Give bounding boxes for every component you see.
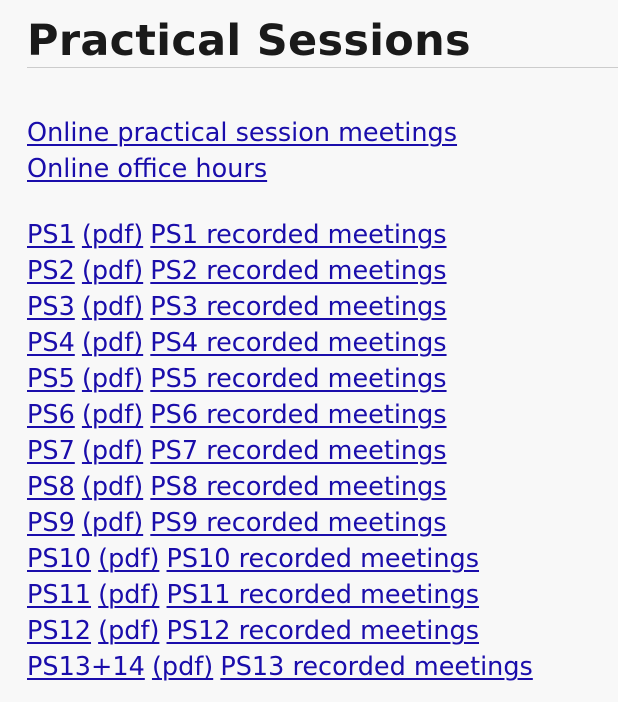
session-recorded-meetings-link[interactable]: PS10 recorded meetings bbox=[167, 544, 480, 574]
session-link[interactable]: PS2 bbox=[27, 256, 75, 286]
session-link[interactable]: PS11 bbox=[27, 580, 91, 610]
top-link-row: Online office hours bbox=[27, 151, 618, 187]
session-pdf-link[interactable]: (pdf) bbox=[82, 364, 143, 394]
session-pdf-link[interactable]: (pdf) bbox=[82, 220, 143, 250]
session-pdf-link[interactable]: (pdf) bbox=[82, 292, 143, 322]
session-pdf-link[interactable]: (pdf) bbox=[152, 652, 213, 682]
session-recorded-meetings-link[interactable]: PS6 recorded meetings bbox=[150, 400, 446, 430]
session-link[interactable]: PS5 bbox=[27, 364, 75, 394]
session-pdf-link[interactable]: (pdf) bbox=[98, 616, 159, 646]
page: Practical Sessions Online practical sess… bbox=[0, 0, 618, 702]
session-recorded-meetings-link[interactable]: PS8 recorded meetings bbox=[150, 472, 446, 502]
session-recorded-meetings-link[interactable]: PS13 recorded meetings bbox=[220, 652, 533, 682]
session-row: PS8 (pdf) PS8 recorded meetings bbox=[27, 469, 618, 505]
session-pdf-link[interactable]: (pdf) bbox=[82, 328, 143, 358]
session-link[interactable]: PS7 bbox=[27, 436, 75, 466]
page-title: Practical Sessions bbox=[27, 16, 471, 66]
session-link[interactable]: PS1 bbox=[27, 220, 75, 250]
top-links: Online practical session meetings Online… bbox=[27, 115, 618, 187]
session-link[interactable]: PS3 bbox=[27, 292, 75, 322]
session-row: PS13+14 (pdf) PS13 recorded meetings bbox=[27, 649, 618, 685]
session-link[interactable]: PS6 bbox=[27, 400, 75, 430]
online-practical-session-meetings-link[interactable]: Online practical session meetings bbox=[27, 118, 457, 148]
top-link-row: Online practical session meetings bbox=[27, 115, 618, 151]
session-link[interactable]: PS4 bbox=[27, 328, 75, 358]
session-pdf-link[interactable]: (pdf) bbox=[82, 436, 143, 466]
session-link[interactable]: PS10 bbox=[27, 544, 91, 574]
session-row: PS6 (pdf) PS6 recorded meetings bbox=[27, 397, 618, 433]
title-divider bbox=[27, 67, 618, 68]
session-pdf-link[interactable]: (pdf) bbox=[82, 472, 143, 502]
session-link[interactable]: PS9 bbox=[27, 508, 75, 538]
session-recorded-meetings-link[interactable]: PS1 recorded meetings bbox=[150, 220, 446, 250]
session-row: PS9 (pdf) PS9 recorded meetings bbox=[27, 505, 618, 541]
session-pdf-link[interactable]: (pdf) bbox=[98, 580, 159, 610]
session-recorded-meetings-link[interactable]: PS3 recorded meetings bbox=[150, 292, 446, 322]
session-row: PS10 (pdf) PS10 recorded meetings bbox=[27, 541, 618, 577]
session-row: PS1 (pdf) PS1 recorded meetings bbox=[27, 217, 618, 253]
session-row: PS7 (pdf) PS7 recorded meetings bbox=[27, 433, 618, 469]
session-link[interactable]: PS8 bbox=[27, 472, 75, 502]
session-pdf-link[interactable]: (pdf) bbox=[82, 256, 143, 286]
session-recorded-meetings-link[interactable]: PS11 recorded meetings bbox=[167, 580, 480, 610]
session-row: PS4 (pdf) PS4 recorded meetings bbox=[27, 325, 618, 361]
session-row: PS11 (pdf) PS11 recorded meetings bbox=[27, 577, 618, 613]
session-link[interactable]: PS12 bbox=[27, 616, 91, 646]
session-pdf-link[interactable]: (pdf) bbox=[82, 400, 143, 430]
online-office-hours-link[interactable]: Online office hours bbox=[27, 154, 267, 184]
session-recorded-meetings-link[interactable]: PS12 recorded meetings bbox=[167, 616, 480, 646]
session-pdf-link[interactable]: (pdf) bbox=[98, 544, 159, 574]
session-row: PS3 (pdf) PS3 recorded meetings bbox=[27, 289, 618, 325]
session-list: PS1 (pdf) PS1 recorded meetings PS2 (pdf) PS2… bbox=[27, 217, 618, 685]
session-recorded-meetings-link[interactable]: PS5 recorded meetings bbox=[150, 364, 446, 394]
session-row: PS5 (pdf) PS5 recorded meetings bbox=[27, 361, 618, 397]
session-recorded-meetings-link[interactable]: PS9 recorded meetings bbox=[150, 508, 446, 538]
session-recorded-meetings-link[interactable]: PS7 recorded meetings bbox=[150, 436, 446, 466]
session-pdf-link[interactable]: (pdf) bbox=[82, 508, 143, 538]
session-recorded-meetings-link[interactable]: PS2 recorded meetings bbox=[150, 256, 446, 286]
session-link[interactable]: PS13+14 bbox=[27, 652, 145, 682]
session-row: PS12 (pdf) PS12 recorded meetings bbox=[27, 613, 618, 649]
session-recorded-meetings-link[interactable]: PS4 recorded meetings bbox=[150, 328, 446, 358]
session-row: PS2 (pdf) PS2 recorded meetings bbox=[27, 253, 618, 289]
